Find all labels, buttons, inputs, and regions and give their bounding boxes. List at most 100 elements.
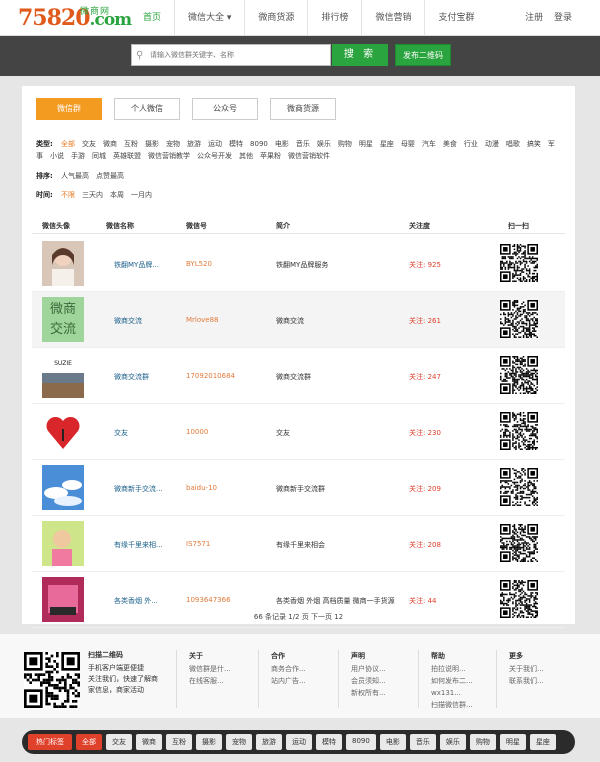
footer-link[interactable]: 拍拉说明... <box>431 663 473 675</box>
nav-ranking[interactable]: 排行榜 <box>308 0 363 36</box>
hot-tag[interactable]: 宠物 <box>226 734 252 750</box>
type-option[interactable]: 手游 <box>71 152 85 160</box>
qr-code[interactable] <box>500 411 538 451</box>
sort-option[interactable]: 人气最高 <box>61 172 89 180</box>
group-name-link[interactable]: 各类香烟 外... <box>114 596 158 606</box>
footer-link[interactable]: 会员须知... <box>351 675 386 687</box>
nav-wechat-all[interactable]: 微信大全 ▾ <box>175 0 246 36</box>
footer-link[interactable]: 在线客服... <box>189 675 231 687</box>
footer-link[interactable]: 商务合作... <box>271 663 306 675</box>
hot-tag[interactable]: 购物 <box>469 734 496 750</box>
table-row[interactable]: 有缘千里来相... IS7571 有缘千里来相会 关注: 208 <box>32 516 565 572</box>
table-row[interactable]: 铁翻MY品牌... BYL520 铁翻MY品牌服务 关注: 925 <box>32 236 565 292</box>
group-name-link[interactable]: 铁翻MY品牌... <box>114 260 159 270</box>
hot-tag[interactable]: 娱乐 <box>439 734 466 750</box>
avatar[interactable]: 微商 交流 <box>42 297 84 342</box>
type-option[interactable]: 交友 <box>82 140 96 148</box>
type-option[interactable]: 动漫 <box>485 140 499 148</box>
nav-supply[interactable]: 微商货源 <box>245 0 309 36</box>
group-name-link[interactable]: 微商交流 <box>114 316 142 326</box>
group-name-link[interactable]: 交友 <box>114 428 128 438</box>
type-option[interactable]: 英雄联盟 <box>113 152 141 160</box>
table-row[interactable]: 交友 10000 交友 关注: 230 <box>32 404 565 460</box>
footer-link[interactable]: 联系我们... <box>509 675 544 687</box>
qr-code[interactable] <box>500 299 538 339</box>
hot-tag[interactable]: 音乐 <box>409 734 436 750</box>
nav-home[interactable]: 首页 <box>130 0 176 36</box>
hot-tag[interactable]: 交友 <box>106 734 132 750</box>
group-name-link[interactable]: 有缘千里来相... <box>114 540 163 550</box>
hot-tag[interactable]: 明星 <box>499 734 526 750</box>
type-option[interactable]: 明星 <box>359 140 373 148</box>
footer-link[interactable]: wx131... <box>431 687 473 699</box>
footer-link[interactable]: 用户协议... <box>351 663 386 675</box>
footer-link[interactable]: 扫描微信群... <box>431 699 473 711</box>
footer-link[interactable]: 如何发布二... <box>431 675 473 687</box>
avatar[interactable] <box>42 465 84 510</box>
type-option[interactable]: 母婴 <box>401 140 415 148</box>
type-option[interactable]: 微信营销软件 <box>288 152 330 160</box>
qr-code[interactable] <box>500 467 538 507</box>
site-logo[interactable]: 75820.com 微商网 <box>18 6 132 32</box>
search-button[interactable]: 搜 索 <box>332 44 388 66</box>
qr-code[interactable] <box>500 523 538 563</box>
time-option[interactable]: 本周 <box>110 191 124 199</box>
type-option[interactable]: 搞笑 <box>527 140 541 148</box>
type-option[interactable]: 娱乐 <box>317 140 331 148</box>
type-option[interactable]: 苹果粉 <box>260 152 281 160</box>
qr-code[interactable] <box>500 243 538 283</box>
type-option[interactable]: 星座 <box>380 140 394 148</box>
table-row[interactable]: 微商 交流 微商交流 Mrlove88 微商交流 关注: 261 <box>32 292 565 348</box>
type-option[interactable]: 同城 <box>92 152 106 160</box>
hot-tag[interactable]: 8090 <box>346 734 376 750</box>
pagination[interactable]: 66 条记录 1/2 页 下一页 12 <box>22 612 575 622</box>
type-option[interactable]: 全部 <box>61 140 75 148</box>
publish-qr-button[interactable]: 发布二维码 <box>395 44 451 66</box>
type-option[interactable]: 微信营销教学 <box>148 152 190 160</box>
hot-tag[interactable]: 互粉 <box>166 734 192 750</box>
time-option[interactable]: 不限 <box>61 191 75 199</box>
sort-option[interactable]: 点赞最高 <box>96 172 124 180</box>
type-option[interactable]: 摄影 <box>145 140 159 148</box>
search-input[interactable] <box>150 51 320 59</box>
type-option[interactable]: 小说 <box>50 152 64 160</box>
qr-code[interactable] <box>500 355 538 395</box>
hot-tag[interactable]: 摄影 <box>196 734 222 750</box>
footer-link[interactable]: 关于我们... <box>509 663 544 675</box>
type-option[interactable]: 宠物 <box>166 140 180 148</box>
avatar[interactable] <box>42 241 84 286</box>
hot-tag[interactable]: 旅游 <box>256 734 282 750</box>
type-option[interactable]: 运动 <box>208 140 222 148</box>
avatar[interactable] <box>42 409 84 454</box>
hot-tag[interactable]: 星座 <box>529 734 556 750</box>
footer-link[interactable]: 新权所有... <box>351 687 386 699</box>
type-option[interactable]: 8090 <box>250 140 268 148</box>
type-option[interactable]: 电影 <box>275 140 289 148</box>
type-option[interactable]: 唱歌 <box>506 140 520 148</box>
group-name-link[interactable]: 微商新手交流... <box>114 484 163 494</box>
group-name-link[interactable]: 微商交流群 <box>114 372 149 382</box>
type-option[interactable]: 音乐 <box>296 140 310 148</box>
type-option[interactable]: 旅游 <box>187 140 201 148</box>
table-row[interactable]: SUZIE 微商交流群 17092010684 微商交流群 关注: 247 <box>32 348 565 404</box>
tab-supply[interactable]: 微商货源 <box>270 98 336 120</box>
type-option[interactable]: 微商 <box>103 140 117 148</box>
avatar[interactable] <box>42 521 84 566</box>
type-option[interactable]: 行业 <box>464 140 478 148</box>
footer-link[interactable]: 微信群是什... <box>189 663 231 675</box>
hot-tag[interactable]: 全部 <box>76 734 102 750</box>
type-option[interactable]: 美食 <box>443 140 457 148</box>
time-option[interactable]: 一月内 <box>131 191 152 199</box>
type-option[interactable]: 公众号开发 <box>197 152 232 160</box>
tab-official[interactable]: 公众号 <box>192 98 258 120</box>
type-option[interactable]: 其他 <box>239 152 253 160</box>
hot-tag[interactable]: 运动 <box>286 734 312 750</box>
type-option[interactable]: 模特 <box>229 140 243 148</box>
time-option[interactable]: 三天内 <box>82 191 103 199</box>
footer-link[interactable]: 站内广告... <box>271 675 306 687</box>
nav-alipay-groups[interactable]: 支付宝群 <box>425 0 487 36</box>
hot-tag[interactable]: 电影 <box>379 734 406 750</box>
avatar[interactable]: SUZIE <box>42 353 84 398</box>
nav-marketing[interactable]: 微信营销 <box>362 0 426 36</box>
hot-tag[interactable]: 微商 <box>136 734 162 750</box>
